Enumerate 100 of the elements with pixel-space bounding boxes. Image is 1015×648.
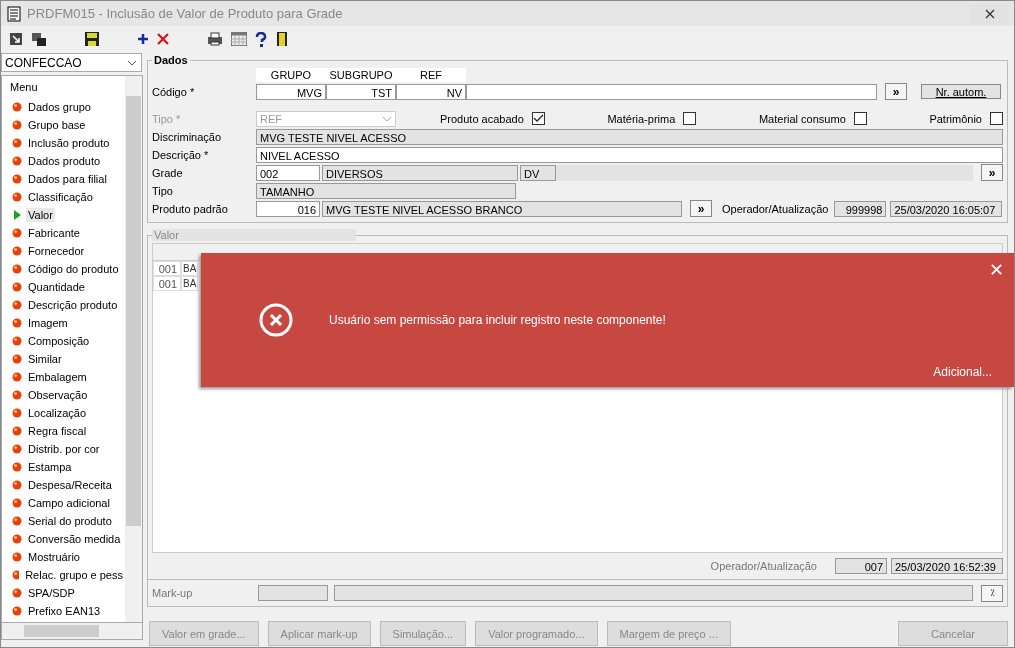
horizontal-scrollbar[interactable] <box>1 623 143 640</box>
input-field <box>258 585 328 601</box>
exit-door-icon[interactable] <box>275 31 289 47</box>
menu-item[interactable]: Localização <box>26 406 89 420</box>
input-field: MVG TESTE NIVEL ACESSO <box>256 128 1003 145</box>
add-icon[interactable] <box>137 33 149 45</box>
menu-item[interactable]: Dados grupo <box>26 100 93 114</box>
markup-button[interactable]: ⁒ <box>981 584 1003 602</box>
lookup-button[interactable]: » <box>690 200 712 217</box>
chevron-down-icon <box>382 115 392 122</box>
input-field[interactable] <box>466 83 877 100</box>
menu-item[interactable]: Fabricante <box>26 226 82 240</box>
input-field: 25/03/2020 16:05:07 <box>890 200 1003 217</box>
menu-item[interactable]: Composição <box>26 334 92 348</box>
field-label: Tipo * <box>152 112 182 125</box>
menu-item[interactable]: Campo adicional <box>26 496 112 510</box>
input-field[interactable]: NIVEL ACESSO <box>256 146 1003 163</box>
field-label: Operador/Atualização <box>722 202 829 215</box>
document-icon <box>7 5 21 22</box>
menu-item[interactable]: Prefixo EAN13 <box>26 604 103 618</box>
column-header: GRUPO <box>256 68 326 82</box>
lookup-button[interactable]: » <box>885 83 907 100</box>
input-field: TAMANHO <box>256 182 516 199</box>
section-title: Valor <box>152 229 356 241</box>
menu-item[interactable]: Similar <box>26 352 64 366</box>
input-field[interactable]: TST <box>326 83 396 100</box>
checkbox-label: Produto acabado <box>440 112 524 125</box>
checkbox[interactable] <box>990 112 1003 125</box>
menu-item[interactable]: Serial do produto <box>26 514 114 528</box>
field-label: Discriminação <box>152 130 223 143</box>
menu-item[interactable]: Regra fiscal <box>26 424 89 438</box>
menu-item[interactable]: Inclusão produto <box>26 136 112 150</box>
auto-number-button[interactable]: Nr. autom. <box>921 84 1001 99</box>
table-cell: 001 <box>153 276 181 291</box>
menu-item[interactable]: SPA/SDP <box>26 586 77 600</box>
menu-item[interactable]: Relac. grupo e pess <box>23 568 125 582</box>
input-field: 25/03/2020 16:52:39 <box>891 557 1003 574</box>
menu-item[interactable]: Conversão medida <box>26 532 123 546</box>
arrow-icon[interactable] <box>9 32 23 46</box>
close-button[interactable]: ✕ <box>989 259 1004 281</box>
field-label: Descrição * <box>152 148 210 161</box>
field-label: Mark-up <box>152 587 194 599</box>
printer-icon[interactable] <box>207 32 223 46</box>
save-icon[interactable] <box>85 32 99 46</box>
field-label: Produto padrão <box>152 202 229 215</box>
module-dropdown[interactable]: CONFECCAO <box>1 53 142 72</box>
input-field: MVG TESTE NIVEL ACESSO BRANCO <box>322 200 682 217</box>
input-field: 999998 <box>834 200 887 217</box>
calendar-icon[interactable] <box>231 32 247 46</box>
table-cell: BA <box>181 261 199 276</box>
menu-item[interactable]: Código do produto <box>26 262 121 276</box>
table-cell: BA <box>181 276 199 291</box>
input-field[interactable]: 016 <box>256 200 320 217</box>
field-label: Operador/Atualização <box>710 559 817 572</box>
scrollbar[interactable] <box>125 76 142 622</box>
window-title: PRDFM015 - Inclusão de Valor de Produto para Grade <box>27 6 344 21</box>
input-field[interactable]: 002 <box>256 164 320 181</box>
menu-item[interactable]: Grupo base <box>26 118 88 132</box>
input-field: DV <box>520 164 556 181</box>
menu-item[interactable]: Classificação <box>26 190 95 204</box>
field-label: Tipo <box>152 184 174 197</box>
menu-item[interactable]: Descrição produto <box>26 298 120 312</box>
delete-icon[interactable] <box>157 33 169 45</box>
menu-item[interactable]: Observação <box>26 388 90 402</box>
section-title: Dados <box>153 54 189 66</box>
chevron-down-icon <box>127 59 137 66</box>
lookup-button[interactable]: » <box>981 164 1003 181</box>
details-link[interactable]: Adicional... <box>933 365 992 379</box>
menu-item[interactable]: Despesa/Receita <box>26 478 114 492</box>
input-field: 007 <box>835 557 887 574</box>
menu-item[interactable]: Quantidade <box>26 280 87 294</box>
field-label: Código * <box>152 85 196 98</box>
menu-item[interactable]: Imagem <box>26 316 70 330</box>
input-field[interactable]: MVG <box>256 83 326 100</box>
field-label: Grade <box>152 166 184 179</box>
checkbox[interactable] <box>683 112 697 125</box>
checkbox-label: Matéria-prima <box>607 112 676 125</box>
checkbox[interactable] <box>853 112 867 125</box>
input-field: DIVERSOS <box>322 164 518 181</box>
checkbox-label: Material consumo <box>758 112 846 125</box>
table-cell: 001 <box>153 261 181 276</box>
help-icon[interactable] <box>255 31 267 47</box>
menu-item[interactable]: Dados para filial <box>26 172 109 186</box>
menu-item[interactable]: Distrib. por cor <box>26 442 102 456</box>
input-field[interactable]: NV <box>396 83 466 100</box>
menu-title: Menu <box>9 80 39 95</box>
menu-item[interactable]: Mostruário <box>26 550 82 564</box>
column-header: REF <box>396 68 466 82</box>
menu-item[interactable]: Fornecedor <box>26 244 87 258</box>
checkbox[interactable] <box>531 112 545 125</box>
windows-icon[interactable] <box>31 32 47 46</box>
menu-item[interactable]: Embalagem <box>26 370 89 384</box>
menu-item[interactable]: Valor <box>26 208 55 222</box>
close-icon <box>985 8 995 19</box>
column-header: SUBGRUPO <box>326 68 396 82</box>
error-icon <box>259 303 293 337</box>
error-message: Usuário sem permissão para incluir registro neste componente! <box>329 313 666 327</box>
menu-item[interactable]: Dados produto <box>26 154 103 168</box>
menu-item[interactable]: Estampa <box>26 460 74 474</box>
checkbox-label: Patrimônio <box>929 112 982 125</box>
